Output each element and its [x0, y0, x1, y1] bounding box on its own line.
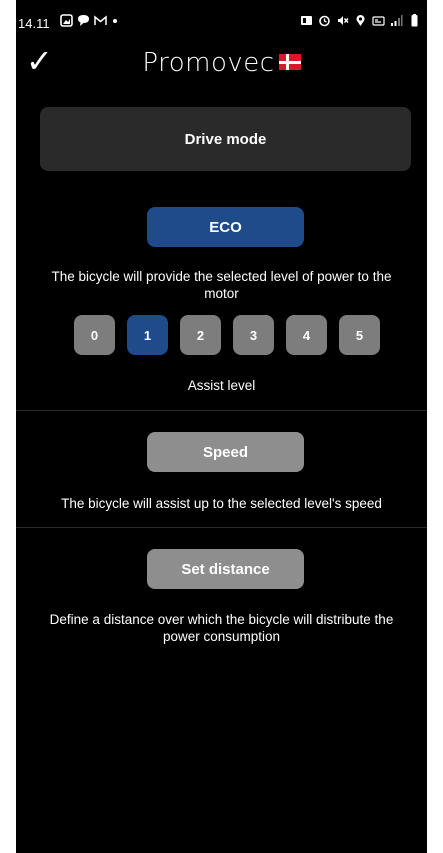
assist-level-0-button[interactable]: 0: [74, 315, 115, 355]
speed-description: The bicycle will assist up to the select…: [61, 496, 382, 511]
chat-icon: [78, 15, 89, 26]
set-distance-label: Set distance: [181, 560, 270, 578]
drive-mode-header: Drive mode: [40, 107, 411, 171]
nfc-icon: [301, 16, 312, 25]
more-dot-icon: [113, 18, 117, 23]
brand-logo: Promovec: [16, 48, 427, 78]
eco-mode-button[interactable]: ECO: [147, 207, 304, 247]
assist-level-selector: 0 1 2 3 4 5: [74, 315, 380, 355]
gallery-icon: [60, 14, 73, 27]
status-bar: 14.11: [16, 0, 427, 44]
alarm-icon: [319, 15, 330, 27]
set-distance-button[interactable]: Set distance: [147, 549, 304, 589]
section-divider: [16, 410, 427, 411]
notification-icons: [60, 14, 117, 27]
set-distance-description: Define a distance over which the bicycle…: [49, 612, 394, 644]
signal-icon: [391, 15, 403, 26]
drive-mode-title: Drive mode: [184, 130, 267, 148]
network-5g-icon: [372, 16, 385, 26]
mail-icon: [94, 15, 107, 25]
location-icon: [356, 14, 365, 26]
eco-label: ECO: [209, 218, 242, 236]
assist-level-label: Assist level: [187, 378, 256, 393]
status-time: 14.11: [18, 16, 50, 31]
assist-level-1-button[interactable]: 1: [127, 315, 168, 355]
speed-mode-button[interactable]: Speed: [147, 432, 304, 472]
assist-level-4-button[interactable]: 4: [286, 315, 327, 355]
app-screen: 14.11 ✓ Promovec Drive mode ECO The bicy…: [16, 0, 427, 853]
mute-icon: [338, 16, 349, 25]
battery-icon: [411, 14, 418, 27]
assist-level-2-button[interactable]: 2: [180, 315, 221, 355]
brand-name: Promovec: [142, 48, 275, 78]
system-icons: [300, 14, 421, 27]
assist-level-5-button[interactable]: 5: [339, 315, 380, 355]
assist-level-3-button[interactable]: 3: [233, 315, 274, 355]
danish-flag-icon: [278, 53, 301, 70]
eco-description: The bicycle will provide the selected le…: [51, 269, 392, 301]
speed-label: Speed: [202, 443, 248, 461]
section-divider: [16, 527, 427, 528]
